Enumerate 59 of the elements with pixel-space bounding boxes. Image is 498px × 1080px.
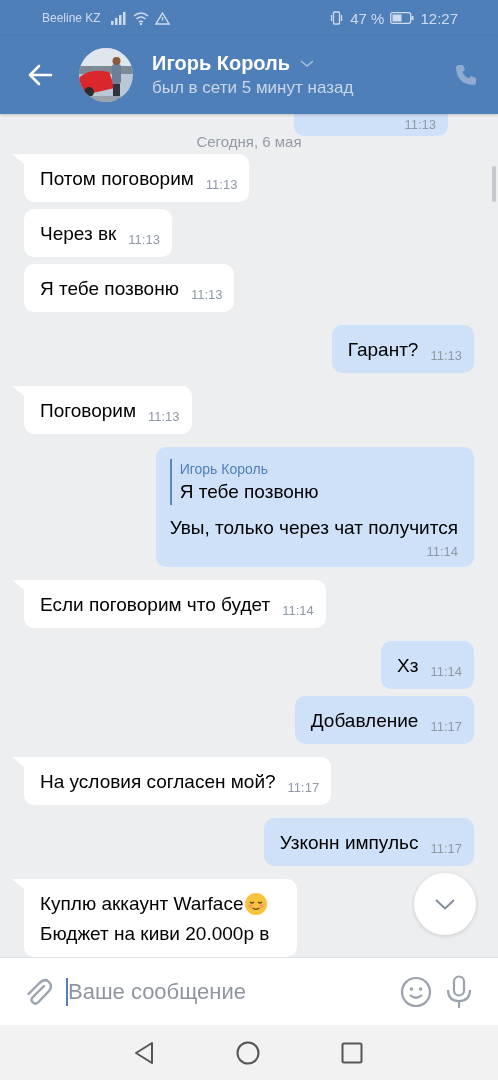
message-text: Гарант? — [347, 338, 419, 362]
signal-icon — [110, 11, 127, 25]
message-time: 11:17 — [430, 840, 462, 858]
battery-percent: 47 % — [350, 9, 385, 27]
message-time: 11:13 — [205, 176, 238, 194]
wifi-icon — [132, 11, 149, 25]
message-time: 11:13 — [430, 347, 462, 365]
back-icon[interactable] — [27, 64, 53, 86]
quote-author: Игорь Король — [179, 460, 269, 479]
scroll-down-button[interactable] — [414, 873, 476, 935]
message-text: На условия согласен мой? — [40, 770, 276, 794]
recents-icon[interactable] — [341, 1041, 363, 1064]
message-bubble[interactable]: Игорь Король Я тебе позвоню Увы, только через чат получится 11:14 — [155, 447, 474, 567]
chevron-icon[interactable] — [300, 59, 315, 68]
scrollbar[interactable] — [492, 166, 496, 202]
message-bubble[interactable]: Через вк 11:13 — [24, 209, 172, 257]
clock: 12:27 — [420, 9, 458, 27]
message-text: Хз — [397, 654, 419, 678]
message-text: Поговорим — [40, 399, 136, 423]
message-text: Через вк — [40, 222, 117, 246]
message-bubble[interactable]: Хз 11:14 — [381, 641, 474, 689]
message-time: 11:14 — [282, 602, 314, 620]
message-bubble[interactable]: Добавление 11:17 — [294, 696, 474, 744]
message-time: 11:14 — [426, 543, 458, 561]
relieved-face-icon — [244, 892, 269, 916]
message-text: Если поговорим что будет — [40, 593, 271, 617]
message-time: 11:17 — [430, 718, 462, 736]
quote-text: Я тебе позвоню — [179, 480, 320, 504]
back-nav-icon[interactable] — [133, 1040, 155, 1065]
home-icon[interactable] — [236, 1040, 260, 1065]
message-text: Потом поговорим — [40, 167, 194, 191]
message-time: 11:13 — [190, 286, 223, 304]
message-text: Бюджет на киви 20.000р в — [40, 922, 270, 946]
microphone-icon[interactable] — [446, 974, 472, 1009]
message-text: Я тебе позвоню — [40, 277, 179, 301]
message-text: Куплю аккаунт Warface — [40, 892, 244, 916]
message-time: 11:14 — [430, 663, 462, 681]
phone-icon[interactable] — [454, 63, 478, 87]
message-time: 11:13 — [404, 116, 436, 134]
message-text: Узконн импульс — [279, 831, 419, 855]
message-time: 11:13 — [148, 408, 180, 426]
message-text: Увы, только через чат получится — [169, 516, 458, 540]
message-bubble[interactable]: Я тебе позвоню 11:13 — [24, 264, 235, 312]
carrier-name: Beeline KZ — [42, 11, 101, 25]
message-time: 11:13 — [128, 231, 160, 249]
contact-name[interactable]: Игорь Король — [152, 52, 291, 75]
online-status: был в сети 5 минут назад — [152, 78, 355, 98]
battery-icon — [390, 12, 415, 24]
attach-icon[interactable] — [24, 976, 52, 1007]
emoji-icon[interactable] — [400, 975, 432, 1008]
quoted-message[interactable]: Игорь Король Я тебе позвоню — [169, 459, 458, 505]
message-time: 11:17 — [287, 779, 320, 797]
date-label: Сегодня, 6 мая — [196, 133, 302, 150]
message-bubble[interactable]: Гарант? 11:13 — [331, 325, 474, 373]
chevron-down-icon — [435, 898, 455, 910]
vibrate-icon — [329, 11, 345, 25]
message-text: Добавление — [310, 709, 419, 733]
warning-icon — [154, 11, 170, 25]
message-bubble[interactable]: Узконн импульс 11:17 — [263, 818, 474, 866]
